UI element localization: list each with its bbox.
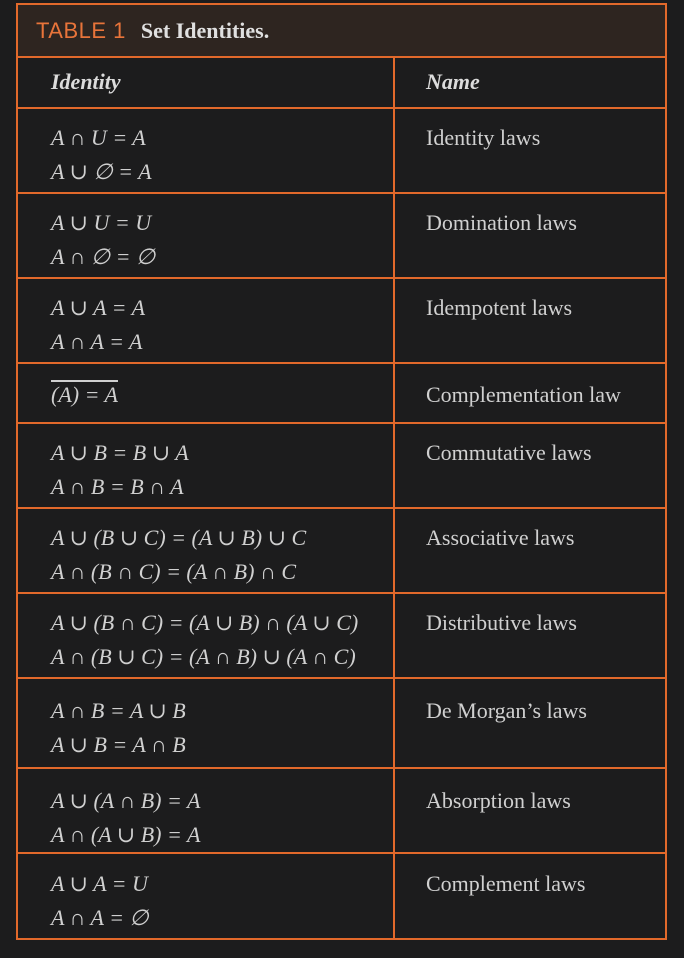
table-row: A ∪ (B ∪ C) = (A ∪ B) ∪ C A ∩ (B ∩ C) = …: [18, 509, 665, 594]
identity-cell: A ∪ B = B ∪ A A ∩ B = B ∩ A: [51, 436, 189, 504]
name-cell: Complement laws: [426, 871, 586, 896]
set-identities-table: TABLE 1 Set Identities. Identity Name A …: [16, 3, 667, 940]
identity-line: A ∪ A = A: [51, 295, 146, 320]
identity-line: A ∩ ∅ = ∅: [51, 244, 156, 269]
name-cell: Commutative laws: [426, 440, 592, 465]
identity-cell: A ∪ (B ∩ C) = (A ∪ B) ∩ (A ∪ C) A ∩ (B ∪…: [51, 606, 358, 674]
table-number: TABLE 1: [36, 17, 126, 43]
table-row: A ∩ B = A ∪ B A ∪ B = A ∩ B De Morgan’s …: [18, 679, 665, 769]
table-row: A ∪ (A ∩ B) = A A ∩ (A ∪ B) = A Absorpti…: [18, 769, 665, 854]
identity-cell: A ∪ A = A A ∩ A = A: [51, 291, 145, 359]
table-row: A ∩ U = A A ∪ ∅ = A Identity laws: [18, 109, 665, 194]
identity-line: A ∩ (B ∩ C) = (A ∩ B) ∩ C: [51, 559, 297, 584]
name-cell: Identity laws: [426, 125, 541, 150]
name-cell: De Morgan’s laws: [426, 698, 587, 723]
identity-cell: (A) = A: [51, 378, 118, 412]
identity-cell: A ∪ U = U A ∩ ∅ = ∅: [51, 206, 155, 274]
header-identity: Identity: [51, 69, 121, 94]
table-row: A ∪ (B ∩ C) = (A ∪ B) ∩ (A ∪ C) A ∩ (B ∪…: [18, 594, 665, 679]
identity-cell: A ∪ (B ∪ C) = (A ∪ B) ∪ C A ∩ (B ∩ C) = …: [51, 521, 306, 589]
identity-line: A ∩ (A ∪ B) = A: [51, 822, 201, 847]
name-cell: Distributive laws: [426, 610, 577, 635]
identity-line: (A) = A: [51, 382, 118, 407]
name-cell: Absorption laws: [426, 788, 571, 813]
name-cell: Idempotent laws: [426, 295, 573, 320]
identity-line: A ∪ A = U: [51, 871, 148, 896]
table-title: Set Identities.: [140, 17, 270, 43]
identity-line: A ∪ (B ∩ C) = (A ∪ B) ∩ (A ∪ C): [51, 610, 359, 635]
name-cell: Associative laws: [426, 525, 575, 550]
identity-line: A ∪ B = B ∪ A: [51, 440, 189, 465]
table-row: A ∪ A = A A ∩ A = A Idempotent laws: [18, 279, 665, 364]
table-row: (A) = A Complementation law: [18, 364, 665, 424]
table-row: A ∪ U = U A ∩ ∅ = ∅ Domination laws: [18, 194, 665, 279]
identity-cell: A ∪ (A ∩ B) = A A ∩ (A ∪ B) = A: [51, 784, 200, 852]
header-row: Identity Name: [18, 58, 665, 109]
name-cell: Domination laws: [426, 210, 577, 235]
identity-cell: A ∪ A = U A ∩ A = ∅: [51, 867, 149, 935]
name-cell: Complementation law: [426, 382, 621, 407]
identity-cell: A ∩ U = A A ∪ ∅ = A: [51, 121, 152, 189]
identity-line: A ∪ (A ∩ B) = A: [51, 788, 201, 813]
table-row: A ∪ A = U A ∩ A = ∅ Complement laws: [18, 854, 665, 938]
identity-line: A ∪ ∅ = A: [51, 159, 152, 184]
identity-line: A ∩ (B ∪ C) = (A ∩ B) ∪ (A ∩ C): [51, 644, 356, 669]
identity-cell: A ∩ B = A ∪ B A ∪ B = A ∩ B: [51, 694, 186, 762]
identity-line: A ∩ B = B ∩ A: [51, 474, 184, 499]
table-title-bar: TABLE 1 Set Identities.: [18, 5, 665, 58]
header-name: Name: [426, 69, 480, 94]
identity-line: A ∩ U = A: [51, 125, 146, 150]
identity-line: A ∩ A = ∅: [51, 905, 149, 930]
identity-line: A ∪ B = A ∩ B: [51, 732, 186, 757]
table-row: A ∪ B = B ∪ A A ∩ B = B ∩ A Commutative …: [18, 424, 665, 509]
identity-line: A ∩ A = A: [51, 329, 143, 354]
identity-line: A ∪ (B ∪ C) = (A ∪ B) ∪ C: [51, 525, 307, 550]
identity-line: A ∪ U = U: [51, 210, 152, 235]
identity-line: A ∩ B = A ∪ B: [51, 698, 186, 723]
